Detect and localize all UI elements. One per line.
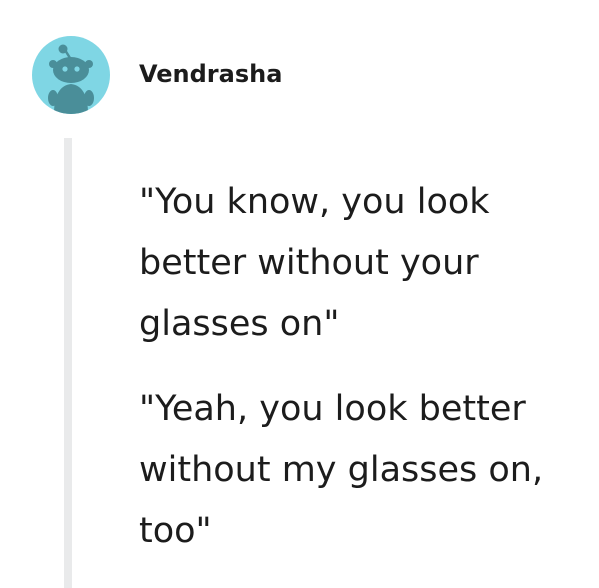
username[interactable]: Vendrasha (139, 60, 282, 88)
reddit-snoo-icon (48, 44, 94, 114)
comment-paragraph-1: "You know, you look better without your … (139, 182, 490, 344)
comment: Vendrasha "You know, you look better wit… (0, 0, 599, 588)
comment-paragraph-2: "Yeah, you look better without my glasse… (139, 389, 544, 551)
comment-body: "You know, you look better without your … (139, 172, 579, 562)
avatar[interactable] (32, 36, 110, 114)
thread-collapse-line[interactable] (64, 138, 72, 588)
